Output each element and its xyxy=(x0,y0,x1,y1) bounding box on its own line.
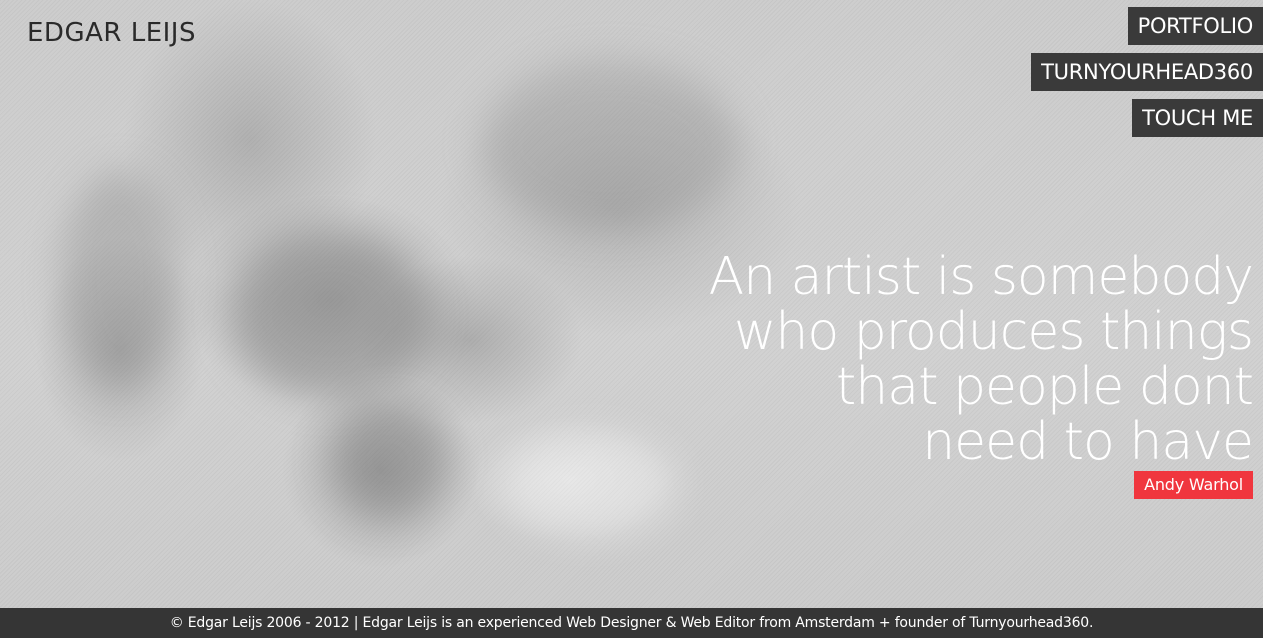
site-logo[interactable]: EDGAR LEIJS xyxy=(27,18,196,48)
nav-item-touch-me[interactable]: TOUCH ME xyxy=(1132,99,1263,137)
nav-item-turnyourhead360[interactable]: TURNYOURHEAD360 xyxy=(1031,53,1263,91)
photo-shadow xyxy=(60,170,180,390)
quote-line: that people dont xyxy=(835,357,1254,417)
footer: © Edgar Leijs 2006 - 2012 | Edgar Leijs … xyxy=(0,608,1263,638)
nav-item-portfolio[interactable]: PORTFOLIO xyxy=(1127,7,1263,45)
quote-line: An artist is somebody xyxy=(708,247,1254,307)
quote-line: who produces things xyxy=(733,302,1254,362)
photo-shadow xyxy=(230,230,430,400)
footer-text: © Edgar Leijs 2006 - 2012 | Edgar Leijs … xyxy=(169,615,1094,631)
quote-author-badge: Andy Warhol xyxy=(1134,471,1253,499)
quote-text: An artist is somebody who produces thing… xyxy=(613,247,1254,472)
quote-line: need to have xyxy=(922,412,1254,472)
photo-shadow xyxy=(480,60,740,230)
photo-shadow xyxy=(330,400,450,520)
main-navigation: PORTFOLIO TURNYOURHEAD360 TOUCH ME xyxy=(1031,7,1263,137)
